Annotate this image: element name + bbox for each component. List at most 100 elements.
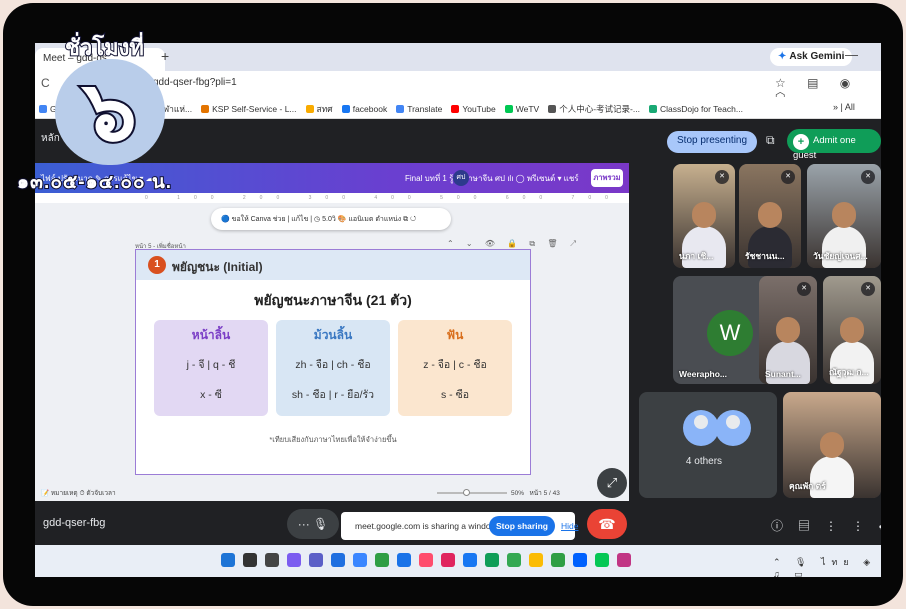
bookmark-item[interactable]: WeTV (504, 104, 539, 114)
stop-sharing-button[interactable]: Stop sharing (489, 516, 555, 536)
bookmark-icon (548, 105, 557, 113)
participant-tile[interactable]: ✕ Sunant... (759, 276, 817, 384)
bookmark-item[interactable]: Translate (396, 104, 442, 114)
taskbar-app-icon[interactable] (243, 552, 257, 567)
bookmark-item[interactable]: ClassDojo for Teach... (648, 104, 743, 114)
participant-name: วันชัยญ่เจนศ... (813, 251, 868, 261)
column-header: ม้วนลิ้น (313, 328, 353, 342)
ask-gemini-button[interactable]: ✦ Ask Gemini (770, 48, 853, 66)
participant-name: ณัฐวุฒ ก... (829, 367, 869, 377)
shared-screen: ไฟล์ ปรับขนาด ✎ การแก้ไข ▾ ☁ Final บทที่… (35, 163, 629, 501)
participant-name: Sunant... (765, 369, 801, 379)
taskbar-app-icon[interactable] (595, 552, 609, 567)
participant-tile[interactable]: ✕ ณัฐวุฒ ก... (823, 276, 881, 384)
participant-head (692, 202, 716, 229)
taskbar-app-icon[interactable] (573, 552, 587, 567)
bookmark-item[interactable]: สทศ (305, 104, 333, 114)
canva-share-button[interactable]: ภาพรวม (591, 169, 623, 187)
bookmark-item[interactable]: 个人中心-考试记录-... (548, 104, 640, 114)
participant-head (776, 316, 800, 343)
taskbar-app-icon[interactable] (397, 552, 411, 567)
participant-tile[interactable]: ✕ รัชชานน... (739, 164, 801, 268)
bookmark-label: 个人中心-考试记录-... (559, 104, 640, 114)
mic-off-icon: ✕ (861, 170, 875, 184)
zoom-level: 50% หน้า 5 / 43 (511, 488, 560, 498)
participant-name: นภา เชิ... (679, 251, 714, 261)
bookmark-icon (39, 105, 47, 113)
taskbar-app-icon[interactable] (287, 552, 301, 567)
window-minimize-icon[interactable]: — (845, 47, 858, 62)
canva-menu-right[interactable]: Final บทที่ 1 รู้จักภาษาจีน ศป ılı ◯ พรี… (405, 172, 579, 185)
bookmark-icon (201, 105, 210, 113)
section-number: 1 (148, 256, 166, 274)
overlay-number: ๖ (81, 62, 138, 160)
taskbar-app-icon[interactable] (419, 552, 433, 567)
bookmark-label: สทศ (316, 104, 333, 114)
bookmark-label: KSP Self-Service - L... (212, 104, 297, 114)
end-call-button[interactable]: ☎ (587, 509, 627, 539)
canva-context-toolbar[interactable]: 🔵 ขอให้ Canva ช่วย | แก้ไข | ◷ 5.0วิ 🎨 แ… (211, 208, 451, 230)
participant-tile[interactable]: ✕ วันชัยญ่เจนศ... (807, 164, 881, 268)
participant-tile[interactable]: ✕ นภา เชิ... (673, 164, 735, 268)
taskbar-app-icon[interactable] (485, 552, 499, 567)
taskbar-app-icon[interactable] (331, 552, 345, 567)
column-retroflex: ม้วนลิ้น zh - จือ | ch - ชือ sh - ชือ | … (276, 320, 390, 416)
bookmarks-more[interactable]: » | All (833, 102, 855, 112)
taskbar-app-icon[interactable] (375, 552, 389, 567)
device-frame: Meet – gdd-qs... + ✦ Ask Gemini — C gdd-q… (3, 3, 903, 606)
taskbar-app-icon[interactable] (463, 552, 477, 567)
taskbar-app-icon[interactable] (617, 552, 631, 567)
taskbar-app-icon[interactable] (265, 552, 279, 567)
mic-off-icon: ✕ (861, 282, 875, 296)
slide[interactable]: 1 พยัญชนะ (Initial) พยัญชนะภาษาจีน (21 ต… (135, 249, 531, 475)
column-row: j - จี | q - ชี (186, 359, 236, 371)
person-add-icon: + (793, 134, 809, 150)
zoom-value: 50% (511, 490, 525, 497)
page-count[interactable]: หน้า 5 / 43 (529, 490, 559, 497)
meeting-tools[interactable]: ⓘ▤⋮⋮♣ (771, 517, 881, 534)
expand-icon[interactable]: ⤢ (597, 468, 627, 498)
column-teeth: ฟัน z - จือ | c - ชือ s - ซือ (398, 320, 512, 416)
participant-head (820, 431, 844, 458)
others-tile[interactable]: 4 others (639, 392, 777, 498)
column-front-tongue: หน้าลิ้น j - จี | q - ชี x - ซี (154, 320, 268, 416)
mic-off-icon: ✕ (781, 170, 795, 184)
bookmark-icon (341, 105, 350, 113)
taskbar-app-icon[interactable] (353, 552, 367, 567)
zoom-slider-handle[interactable] (463, 489, 470, 496)
participant-avatar: W (707, 310, 753, 356)
taskbar-apps (221, 551, 639, 571)
bookmark-item[interactable]: KSP Self-Service - L... (201, 104, 297, 114)
bookmark-icon (648, 105, 657, 113)
taskbar-app-icon[interactable] (551, 552, 565, 567)
column-row: x - ซี (200, 389, 222, 401)
avatar[interactable]: ศป (453, 170, 469, 186)
participant-head (758, 202, 782, 229)
bookmark-label: ClassDojo for Teach... (659, 104, 743, 114)
self-tile[interactable]: คุณพัก ตร์ (783, 392, 881, 498)
taskbar-app-icon[interactable] (529, 552, 543, 567)
bookmark-item[interactable]: YouTube (451, 104, 496, 114)
taskbar-app-icon[interactable] (441, 552, 455, 567)
admit-guest-button[interactable]: + Admit one guest (787, 129, 881, 161)
participant-head (832, 202, 856, 229)
taskbar-app-icon[interactable] (507, 552, 521, 567)
bookmark-item[interactable]: facebook (341, 104, 387, 114)
system-tray[interactable]: ⌃ 🎙 ไทย ◈ ♫ ▭ (773, 555, 881, 577)
reload-icon[interactable]: C (41, 76, 50, 90)
url-field[interactable]: gdd-qser-fbg?pli=1 (153, 77, 237, 88)
page-controls[interactable]: ⌃ ⌄ 👁 🔒 ⧉ 🗑 ↗ (447, 239, 581, 249)
bookmark-icon (396, 105, 405, 113)
layout-icon[interactable]: ⧉ (766, 133, 775, 148)
bookmark-icon (305, 105, 314, 113)
others-label: 4 others (685, 456, 723, 467)
taskbar-app-icon[interactable] (221, 552, 235, 567)
stop-presenting-button[interactable]: Stop presenting (667, 131, 758, 153)
hide-link[interactable]: Hide (561, 521, 578, 531)
column-row: sh - ชือ | r - ยือ/รัว (291, 389, 375, 401)
more-options-button[interactable]: ··· 🎙 (287, 509, 339, 539)
zoom-slider[interactable] (437, 492, 507, 494)
taskbar-app-icon[interactable] (309, 552, 323, 567)
column-row: zh - จือ | ch - ชือ (295, 359, 371, 371)
column-row: z - จือ | c - ชือ (423, 359, 487, 371)
